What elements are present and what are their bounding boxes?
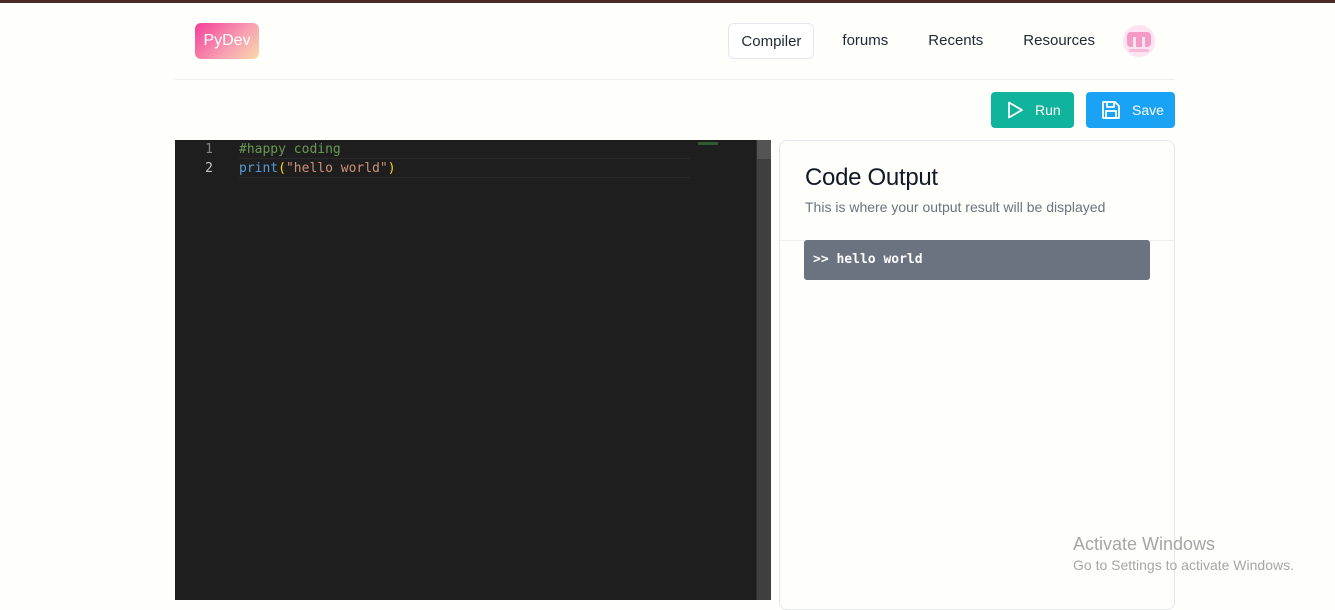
code-function: print (239, 161, 279, 176)
nav-link-compiler[interactable]: Compiler (728, 23, 815, 59)
watermark-title: Activate Windows (1073, 534, 1216, 554)
save-button-label: Save (1132, 102, 1164, 118)
play-icon (1008, 101, 1023, 119)
output-title: Code Output (805, 164, 938, 191)
output-panel-header: Code Output This is where your output re… (780, 141, 1174, 241)
editor-toolbar: Run Save (175, 92, 1175, 128)
editor-line[interactable]: 2 print("hello world") (175, 159, 690, 178)
line-number: 2 (205, 161, 213, 176)
scrollbar-thumb[interactable] (757, 140, 771, 159)
navbar: PyDev Compiler forums Recents Resources (175, 3, 1175, 80)
windows-activation-watermark: Activate Windows Go to Settings to activ… (1073, 533, 1294, 575)
run-button-label: Run (1035, 102, 1061, 118)
nav-link-recents[interactable]: Recents (908, 23, 1003, 59)
save-button[interactable]: Save (1086, 92, 1175, 128)
editor-line[interactable]: 1 #happy coding (175, 140, 690, 159)
editor-scrollbar[interactable] (756, 140, 771, 600)
line-number: 1 (205, 142, 213, 157)
nav-link-resources[interactable]: Resources (1003, 23, 1115, 59)
nav-link-forums[interactable]: forums (822, 23, 908, 59)
code-text[interactable]: print("hello world") (239, 159, 396, 178)
minimap[interactable] (698, 142, 718, 145)
output-result: >> hello world (804, 240, 1150, 280)
logo[interactable]: PyDev (195, 23, 259, 59)
code-text[interactable]: #happy coding (239, 140, 341, 159)
line-divider (239, 177, 690, 178)
avatar[interactable] (1123, 25, 1155, 57)
code-string: "hello world" (285, 161, 388, 176)
code-comment: #happy coding (239, 142, 341, 157)
code-paren-open: ( (278, 161, 286, 176)
nav-links: Compiler forums Recents Resources (728, 23, 1115, 59)
code-paren-close: ) (387, 161, 396, 176)
output-subtitle: This is where your output result will be… (805, 199, 1106, 215)
watermark-subtitle: Go to Settings to activate Windows. (1073, 557, 1294, 573)
run-button[interactable]: Run (991, 92, 1074, 128)
avatar-icon (1123, 25, 1155, 57)
code-editor[interactable]: 1 #happy coding 2 print("hello world") (175, 140, 771, 600)
save-icon (1102, 101, 1120, 119)
